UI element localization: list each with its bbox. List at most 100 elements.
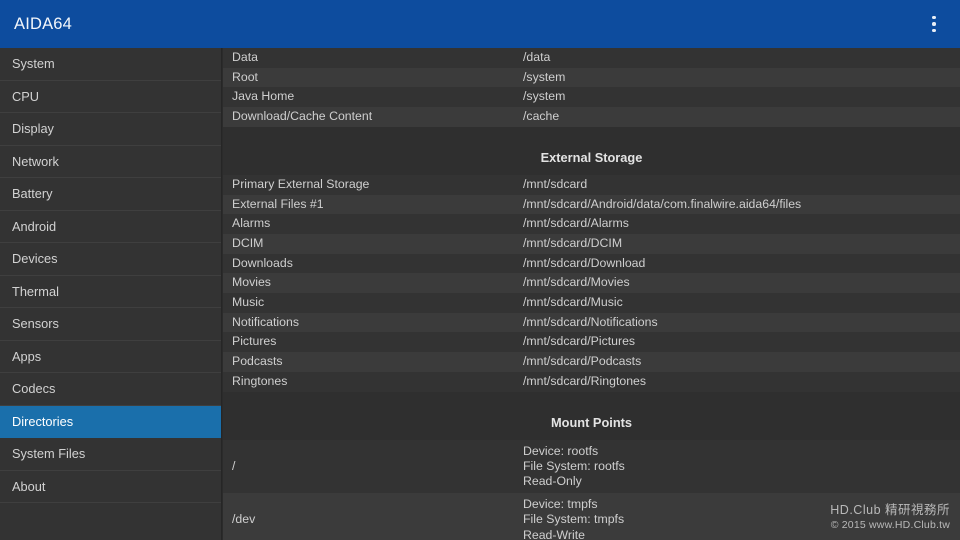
mount-point-path: / [232, 458, 236, 473]
sidebar-item-sensors[interactable]: Sensors [0, 308, 221, 341]
mount-point-details: Device: rootfs File System: rootfs Read-On… [523, 444, 952, 490]
table-row[interactable]: Download/Cache Content/cache [223, 107, 960, 127]
mount-point-detail-line: Read-Only [523, 473, 582, 488]
page-title: AIDA64 [14, 14, 73, 33]
sidebar-item-label: Sensors [12, 316, 59, 332]
overflow-menu-icon[interactable] [914, 0, 954, 48]
row-value: /system [523, 89, 566, 104]
row-value: /mnt/sdcard/DCIM [523, 235, 623, 250]
mount-point-detail-line: File System: tmpfs [523, 512, 625, 527]
table-row[interactable]: Data/data [223, 48, 960, 68]
mount-point-detail-line: File System: rootfs [523, 458, 625, 473]
sidebar-item-thermal[interactable]: Thermal [0, 276, 221, 308]
row-key: Download/Cache Content [232, 109, 373, 124]
sidebar-item-codecs[interactable]: Codecs [0, 373, 221, 406]
sidebar-item-system[interactable]: System [0, 48, 221, 81]
aida64-window: AIDA64 System CPU Display Network Battery And… [0, 0, 960, 540]
sidebar-item-label: Thermal [12, 283, 59, 299]
table-row[interactable]: Pictures/mnt/sdcard/Pictures [223, 332, 960, 353]
sidebar-item-label: CPU [12, 88, 40, 104]
main-body: System CPU Display Network Battery Android Dev… [0, 48, 960, 540]
sidebar-item-about[interactable]: About [0, 471, 221, 503]
row-key: Music [232, 295, 265, 310]
row-key: Java Home [232, 89, 295, 104]
sidebar-item-label: System [12, 56, 55, 72]
sidebar-item-network[interactable]: Network [0, 146, 221, 178]
row-key: Alarms [232, 216, 271, 231]
sidebar-item-directories[interactable]: Directories [0, 405, 221, 438]
row-value: /mnt/sdcard/Ringtones [523, 373, 647, 388]
section-gap [223, 391, 960, 406]
mount-point-path: /dev [232, 512, 256, 527]
sidebar-item-label: Devices [12, 251, 58, 267]
row-value: /mnt/sdcard/Pictures [523, 334, 636, 349]
row-key: DCIM [232, 235, 264, 250]
row-value: /mnt/sdcard/Podcasts [523, 354, 642, 369]
row-key: Data [232, 50, 258, 64]
sidebar-item-label: About [12, 478, 46, 494]
sidebar-item-display[interactable]: Display [0, 113, 221, 146]
row-key: Downloads [232, 255, 293, 270]
title-bar: AIDA64 [0, 0, 960, 48]
row-key: Ringtones [232, 373, 288, 388]
row-value: /mnt/sdcard [523, 176, 588, 191]
table-row[interactable]: Alarms/mnt/sdcard/Alarms [223, 214, 960, 234]
sidebar-item-label: Battery [12, 186, 53, 202]
table-row[interactable]: Ringtones/mnt/sdcard/Ringtones [223, 371, 960, 392]
mount-point-detail-line: Device: rootfs [523, 443, 599, 458]
row-value: /mnt/sdcard/Notifications [523, 314, 658, 329]
section-header-mount-points: Mount Points [223, 405, 960, 440]
sidebar-item-battery[interactable]: Battery [0, 178, 221, 211]
overflow-dot [932, 28, 936, 33]
row-value: /mnt/sdcard/Android/data/com.finalwire.a… [523, 196, 802, 211]
sidebar-item-label: System Files [12, 446, 86, 462]
row-value: /mnt/sdcard/Music [523, 295, 623, 310]
row-key: Movies [232, 275, 271, 290]
sidebar-nav: System CPU Display Network Battery Android Dev… [0, 48, 222, 540]
row-key: External Files #1 [232, 196, 324, 211]
overflow-dot [932, 22, 936, 26]
sidebar-item-label: Directories [12, 413, 74, 429]
mount-point-row[interactable]: /dev Device: tmpfs File System: tmpfs Read-… [223, 493, 960, 540]
sidebar-item-system-files[interactable]: System Files [0, 438, 221, 471]
sidebar-item-label: Android [12, 218, 57, 234]
section-gap [223, 126, 960, 141]
mount-point-detail-line: Device: tmpfs [523, 497, 598, 512]
mount-point-details: Device: tmpfs File System: tmpfs Read-Writ… [523, 497, 952, 540]
sidebar-item-label: Apps [12, 348, 42, 364]
table-row[interactable]: Primary External Storage/mnt/sdcard [223, 174, 960, 195]
row-value: /data [523, 50, 551, 64]
mount-point-detail-line: Read-Write [523, 527, 585, 540]
table-row[interactable]: DCIM/mnt/sdcard/DCIM [223, 233, 960, 254]
table-row[interactable]: Notifications/mnt/sdcard/Notifications [223, 312, 960, 333]
mount-point-row[interactable]: / Device: rootfs File System: rootfs Read-O… [223, 439, 960, 494]
overflow-dot [932, 15, 936, 20]
row-key: Root [232, 69, 258, 84]
table-row[interactable]: External Files #1/mnt/sdcard/Android/dat… [223, 194, 960, 215]
sidebar-item-apps[interactable]: Apps [0, 341, 221, 373]
row-value: /cache [523, 109, 560, 124]
sidebar-item-cpu[interactable]: CPU [0, 81, 221, 113]
row-value: /mnt/sdcard/Alarms [523, 216, 629, 231]
row-value: /mnt/sdcard/Movies [523, 275, 630, 290]
sidebar-item-label: Display [12, 121, 54, 137]
sidebar-item-android[interactable]: Android [0, 211, 221, 243]
table-row[interactable]: Java Home/system [223, 87, 960, 108]
table-row[interactable]: Root/system [223, 67, 960, 88]
row-value: /mnt/sdcard/Download [523, 255, 646, 270]
content-panel[interactable]: Data/data Root/system Java Home/system Down… [223, 48, 960, 540]
section-header-external-storage: External Storage [223, 140, 960, 175]
row-value: /system [523, 69, 566, 84]
table-row[interactable]: Movies/mnt/sdcard/Movies [223, 273, 960, 294]
row-key: Notifications [232, 314, 299, 329]
table-row[interactable]: Downloads/mnt/sdcard/Download [223, 253, 960, 274]
row-key: Primary External Storage [232, 176, 370, 191]
row-key: Pictures [232, 334, 277, 349]
row-key: Podcasts [232, 354, 283, 369]
table-row[interactable]: Podcasts/mnt/sdcard/Podcasts [223, 352, 960, 372]
sidebar-item-devices[interactable]: Devices [0, 243, 221, 276]
sidebar-item-label: Network [12, 153, 59, 169]
sidebar-filler [0, 503, 221, 540]
table-row[interactable]: Music/mnt/sdcard/Music [223, 293, 960, 313]
sidebar-item-label: Codecs [12, 381, 56, 397]
